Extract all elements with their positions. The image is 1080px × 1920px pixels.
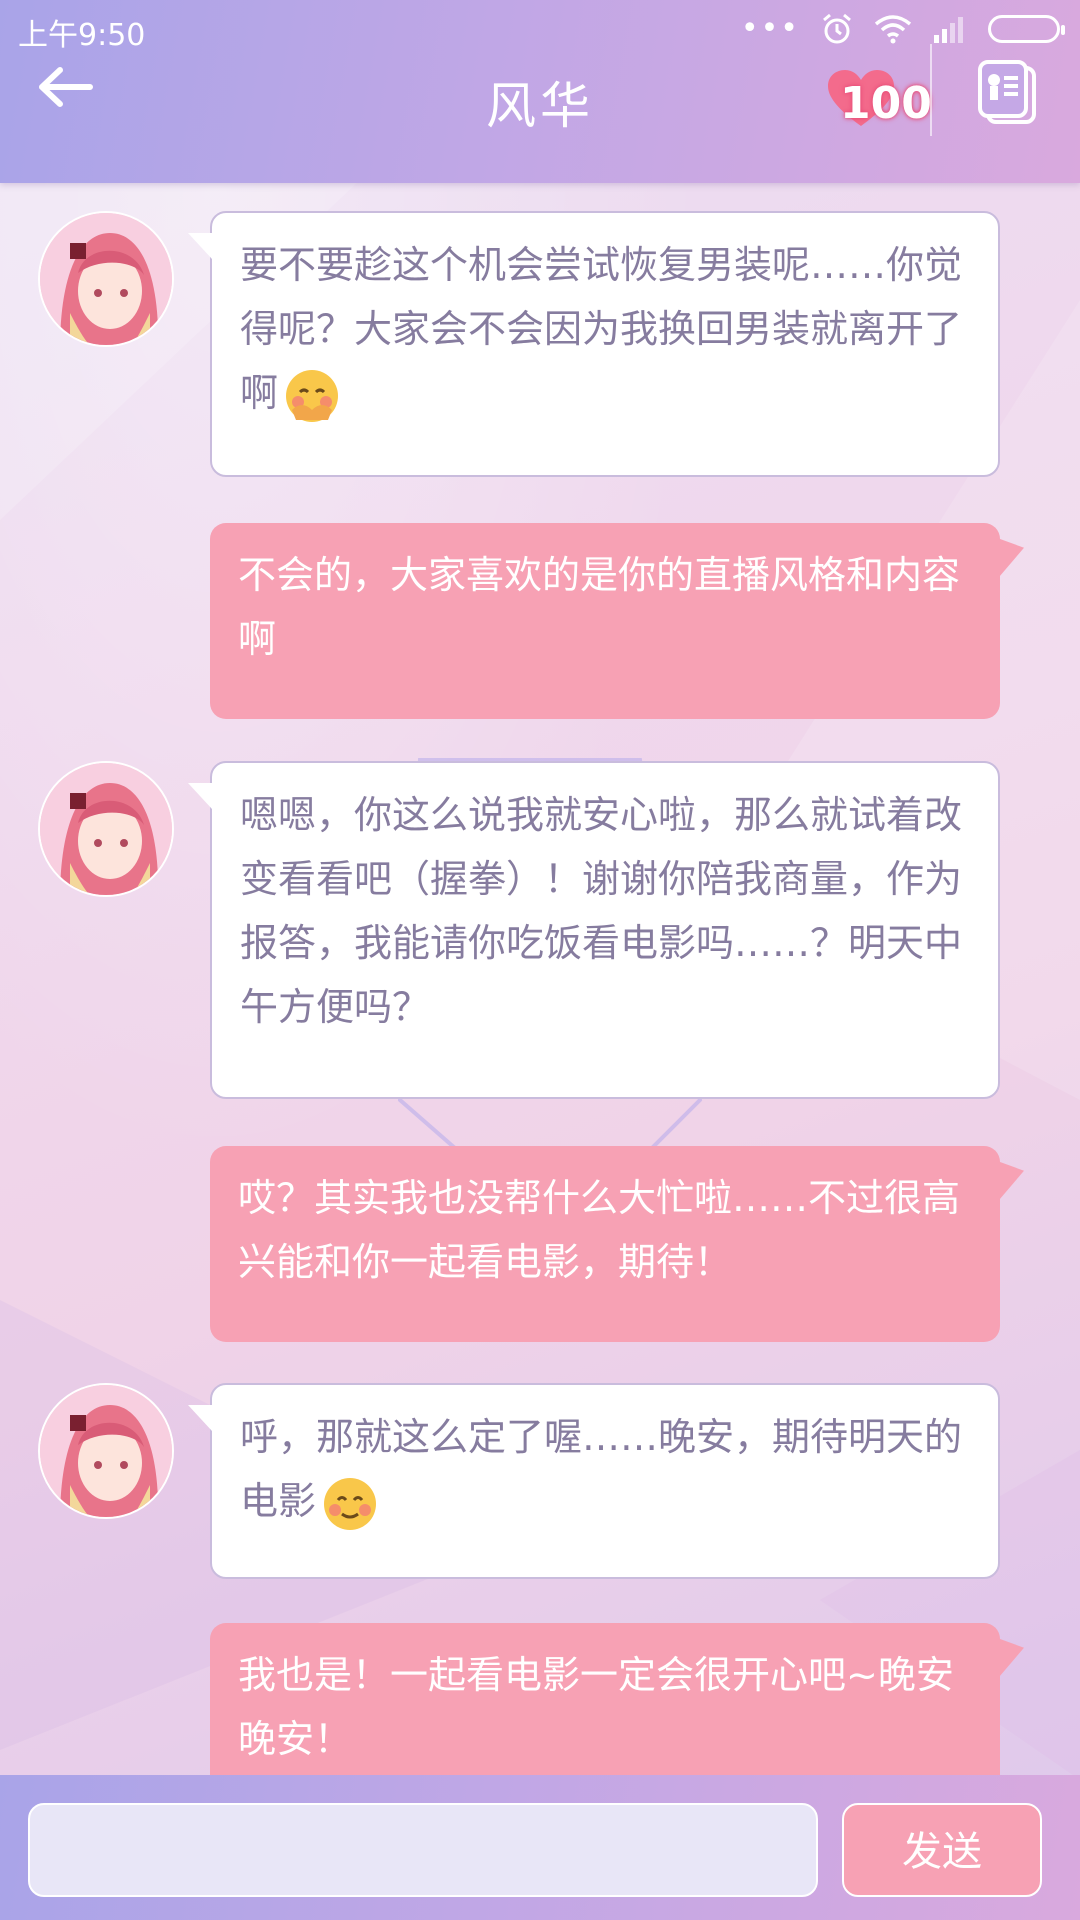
avatar-portrait-icon xyxy=(40,1385,172,1517)
avatar xyxy=(38,211,174,347)
message-bubble-incoming: 呼，那就这么定了喔……晚安，期待明天的电影 xyxy=(188,1383,1000,1579)
message-bubble-incoming: 嗯嗯，你这么说我就安心啦，那么就试着改变看看吧（握拳）！谢谢你陪我商量，作为报答… xyxy=(188,761,1000,1099)
avatar-portrait-icon xyxy=(40,213,172,345)
message-text: 哎？其实我也没帮什么大忙啦……不过很高兴能和你一起看电影，期待！ xyxy=(238,1176,961,1284)
message-bubble-outgoing: 哎？其实我也没帮什么大忙啦……不过很高兴能和你一起看电影，期待！ xyxy=(210,1146,1000,1342)
status-icons: ••• xyxy=(740,11,1065,46)
smile-face-icon xyxy=(324,1477,377,1530)
composer-bar: 发送 xyxy=(0,1775,1080,1920)
affinity-badge: 100 xyxy=(826,62,932,132)
more-dots-icon: ••• xyxy=(740,11,800,46)
message-bubble-incoming: 要不要趁这个机会尝试恢复男装呢……你觉得呢？大家会不会因为我换回男装就离开了啊 xyxy=(188,211,1000,477)
alarm-icon xyxy=(823,13,851,44)
affinity-value: 100 xyxy=(840,78,932,129)
message-text: 要不要趁这个机会尝试恢复男装呢……你觉得呢？大家会不会因为我换回男装就离开了啊 xyxy=(240,243,963,415)
status-time: 上午9:50 xyxy=(18,18,146,53)
wifi-icon xyxy=(874,15,912,44)
send-button[interactable]: 发送 xyxy=(842,1803,1042,1897)
shy-face-icon xyxy=(286,369,339,422)
status-bar: 上午9:50 ••• xyxy=(0,0,1080,60)
message-text: 嗯嗯，你这么说我就安心啦，那么就试着改变看看吧（握拳）！谢谢你陪我商量，作为报答… xyxy=(240,793,963,1029)
message-input[interactable] xyxy=(28,1803,818,1897)
signal-icon xyxy=(934,17,963,43)
battery-icon xyxy=(988,15,1065,43)
message-text: 我也是！一起看电影一定会很开心吧~晚安晚安！ xyxy=(238,1653,954,1761)
avatar xyxy=(38,761,174,897)
header-divider xyxy=(930,44,932,136)
message-text: 不会的，大家喜欢的是你的直播风格和内容啊 xyxy=(238,553,961,661)
top-bar: 上午9:50 ••• 风华 100 xyxy=(0,0,1080,183)
id-card-icon xyxy=(978,60,1036,124)
profile-card-button[interactable] xyxy=(974,60,1042,128)
chat-list[interactable]: 要不要趁这个机会尝试恢复男装呢……你觉得呢？大家会不会因为我换回男装就离开了啊 … xyxy=(0,183,1080,1775)
message-bubble-outgoing: 不会的，大家喜欢的是你的直播风格和内容啊 xyxy=(210,523,1000,719)
avatar-portrait-icon xyxy=(40,763,172,895)
message-bubble-outgoing: 我也是！一起看电影一定会很开心吧~晚安晚安！ xyxy=(210,1623,1000,1775)
avatar xyxy=(38,1383,174,1519)
